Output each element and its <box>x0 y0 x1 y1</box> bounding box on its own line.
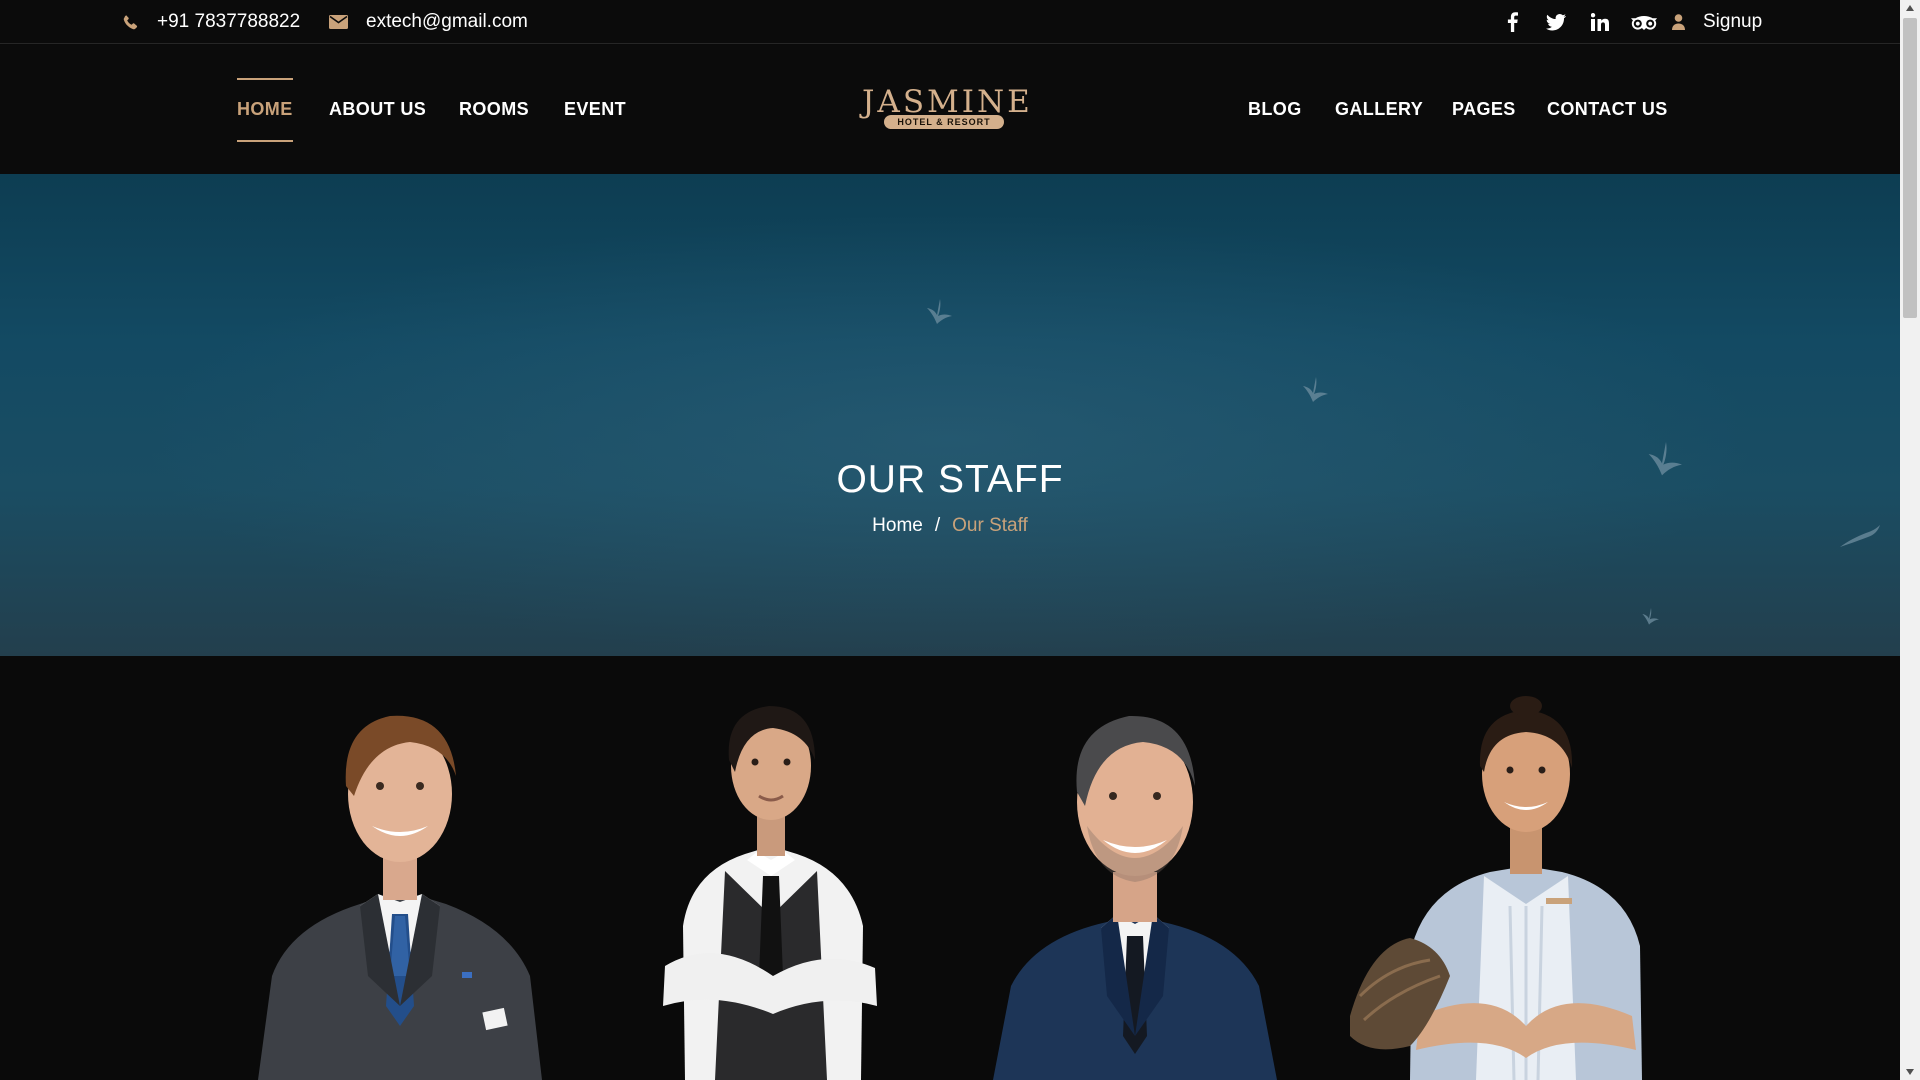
nav-event[interactable]: EVENT <box>564 45 626 174</box>
signup-link[interactable]: Signup <box>1672 11 1762 33</box>
twitter-icon[interactable] <box>1534 0 1578 44</box>
scroll-down-arrow-icon[interactable] <box>1900 1064 1920 1080</box>
bird-image <box>1642 608 1659 625</box>
breadcrumb: Home / Our Staff <box>0 514 1900 538</box>
breadcrumb-current: Our Staff <box>952 515 1028 536</box>
staff-section <box>0 656 1900 1080</box>
facebook-icon[interactable] <box>1490 0 1534 44</box>
scroll-thumb[interactable] <box>1903 18 1917 318</box>
nav-rooms[interactable]: ROOMS <box>459 45 529 174</box>
social-links: Signup <box>1490 0 1762 44</box>
nav-about-us[interactable]: ABOUT US <box>329 45 426 174</box>
staff-photo-concierge <box>258 715 542 1080</box>
breadcrumb-separator: / <box>934 515 941 536</box>
email-address: extech@gmail.com <box>366 11 528 32</box>
phone-icon <box>123 14 139 30</box>
nav-home[interactable]: HOME <box>237 45 293 174</box>
nav-gallery[interactable]: GALLERY <box>1335 45 1423 174</box>
staff-photo-manager <box>993 715 1277 1080</box>
scroll-up-arrow-icon[interactable] <box>1900 0 1920 16</box>
staff-photo-waiter <box>663 706 877 1080</box>
phone-contact[interactable]: +91 7837788822 <box>123 0 300 44</box>
hero-haze <box>0 174 1900 656</box>
nav-contact-us[interactable]: CONTACT US <box>1547 45 1668 174</box>
linkedin-icon[interactable] <box>1578 0 1622 44</box>
page-scrollbar[interactable] <box>1900 0 1920 1080</box>
logo[interactable]: JASMINE HOTEL & RESORT <box>862 84 1033 135</box>
logo-name: JASMINE <box>862 84 1033 120</box>
nav-blog[interactable]: BLOG <box>1248 45 1302 174</box>
bird-image <box>1303 377 1328 402</box>
nav-pages[interactable]: PAGES <box>1452 45 1516 174</box>
tripadvisor-icon[interactable] <box>1622 0 1666 44</box>
hero-banner: OUR STAFF Home / Our Staff <box>0 174 1900 656</box>
main-nav: HOME ABOUT US ROOMS EVENT JASMINE HOTEL … <box>0 45 1900 174</box>
staff-photo-housekeeper <box>1350 696 1642 1080</box>
envelope-icon <box>329 15 348 29</box>
user-icon <box>1672 14 1685 30</box>
bird-image <box>927 299 952 324</box>
email-contact[interactable]: extech@gmail.com <box>329 0 528 44</box>
page: +91 7837788822 extech@gmail.com Signup H… <box>0 0 1900 1080</box>
breadcrumb-home[interactable]: Home <box>872 515 923 536</box>
page-title: OUR STAFF <box>836 458 1064 501</box>
top-bar: +91 7837788822 extech@gmail.com Signup <box>0 0 1900 44</box>
signup-label: Signup <box>1703 11 1763 32</box>
phone-number: +91 7837788822 <box>157 11 301 32</box>
logo-tagline: HOTEL & RESORT <box>884 115 1004 129</box>
